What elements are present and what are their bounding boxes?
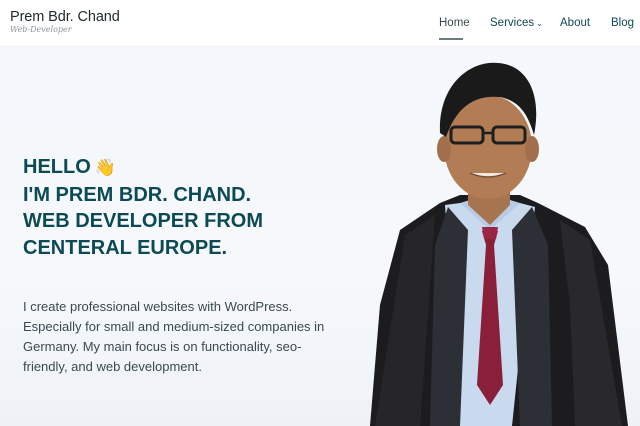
- nav-blog[interactable]: Blog: [611, 17, 634, 29]
- waving-hand-icon: 👋: [94, 158, 116, 177]
- nav-home[interactable]: Home: [439, 17, 470, 29]
- hero-line-location: CENTERAL EUROPE.: [23, 236, 228, 259]
- logo-name: Prem Bdr. Chand: [10, 9, 120, 25]
- hero-headline: HELLO 👋 I'M PREM BDR. CHAND. WEB DEVELOPE…: [23, 154, 353, 261]
- nav-services-label: Services: [490, 17, 535, 29]
- site-logo[interactable]: Prem Bdr. Chand Web-Developer: [10, 9, 120, 35]
- nav-active-indicator: [439, 38, 463, 40]
- chevron-down-icon: ⌄: [536, 19, 543, 28]
- logo-tagline: Web-Developer: [10, 25, 72, 34]
- nav-services[interactable]: Services ⌄: [490, 17, 543, 29]
- hero-description: I create professional websites with Word…: [23, 299, 325, 374]
- hero-greeting: HELLO: [23, 156, 91, 178]
- hero-line-role: WEB DEVELOPER FROM: [23, 210, 264, 232]
- hero-line-name: I'M PREM BDR. CHAND.: [23, 183, 252, 206]
- nav-about[interactable]: About: [560, 17, 590, 29]
- portrait-photo: [370, 62, 628, 426]
- header: Prem Bdr. Chand Web-Developer Home Servi…: [0, 0, 640, 47]
